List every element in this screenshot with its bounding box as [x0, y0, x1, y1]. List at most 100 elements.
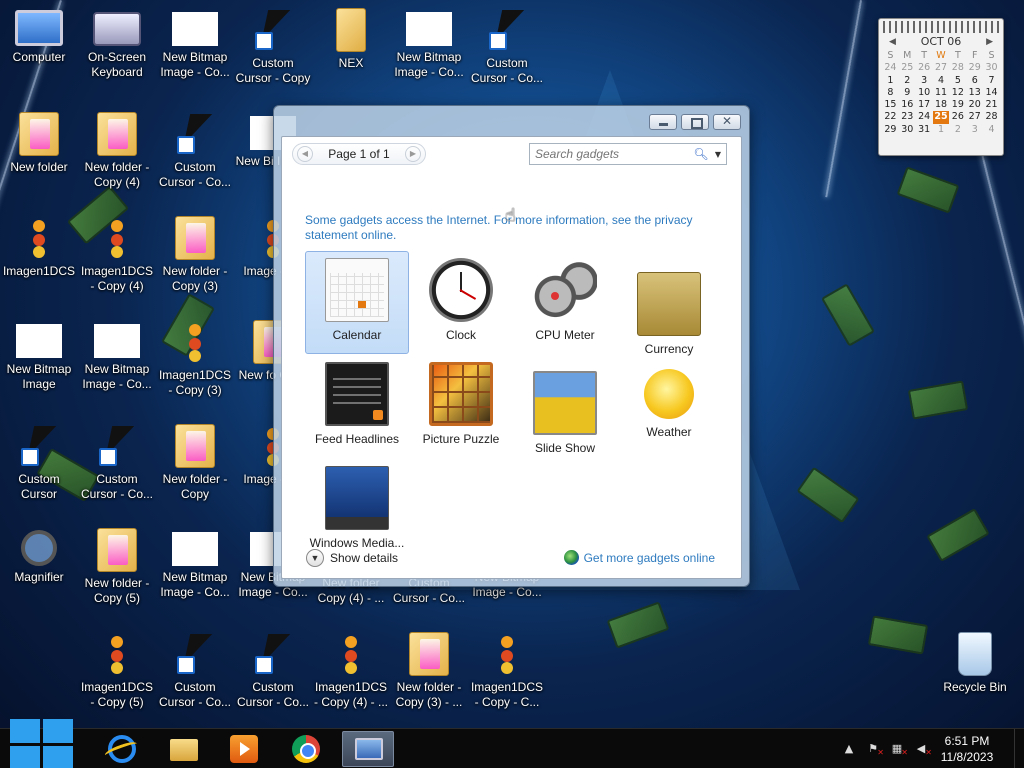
desktop-icon-cursor[interactable]: Custom Cursor - Co... — [156, 624, 234, 720]
desktop-icon-magnifier[interactable]: Magnifier — [0, 520, 78, 616]
gadget-tile[interactable]: Picture Puzzle — [409, 355, 513, 458]
show-hidden-icons-icon[interactable]: ▲ — [842, 742, 856, 756]
calendar-day[interactable]: 28 — [983, 111, 1000, 123]
calendar-day[interactable]: 24 — [916, 111, 933, 123]
desktop-icon-cursor[interactable]: Custom Cursor - Co... — [468, 0, 546, 96]
calendar-day[interactable]: 16 — [899, 99, 916, 111]
calendar-next-icon[interactable]: ▶ — [986, 37, 993, 47]
search-icon[interactable]: 🔍︎ — [692, 147, 710, 161]
calendar-day[interactable]: 21 — [983, 99, 1000, 111]
start-button[interactable] — [8, 719, 76, 768]
desktop-icon-imagen[interactable]: Imagen1DCS - Copy (5) — [78, 624, 156, 720]
taskbar-desktop-gadgets[interactable] — [342, 731, 394, 767]
gadget-tile[interactable]: Calendar — [305, 251, 409, 354]
calendar-day[interactable]: 4 — [933, 75, 950, 87]
calendar-day[interactable]: 28 — [949, 62, 966, 74]
desktop-icon-cursor[interactable]: Custom Cursor - Co... — [78, 416, 156, 512]
search-dropdown-icon[interactable]: ▼ — [710, 150, 726, 159]
desktop-icon-imagen[interactable]: Imagen1DCS - Copy - C... — [468, 624, 546, 720]
desktop-icon-keyboard[interactable]: On-Screen Keyboard — [78, 0, 156, 96]
restore-button[interactable] — [681, 114, 709, 130]
gadget-tile[interactable]: CPU Meter — [513, 251, 617, 354]
gadget-tile[interactable]: Weather — [617, 355, 721, 458]
calendar-day[interactable]: 3 — [966, 124, 983, 136]
gadget-tile[interactable]: Currency — [617, 251, 721, 356]
calendar-prev-icon[interactable]: ◀ — [889, 37, 896, 47]
volume-icon[interactable]: ◀ — [914, 742, 932, 760]
gadget-tile[interactable]: Slide Show — [513, 355, 617, 458]
desktop-icon-folder[interactable]: New folder - Copy (5) — [78, 520, 156, 616]
calendar-day[interactable]: 29 — [966, 62, 983, 74]
calendar-day[interactable]: 4 — [983, 124, 1000, 136]
desktop-icon-folder[interactable]: New folder — [0, 104, 78, 200]
calendar-day[interactable]: 20 — [966, 99, 983, 111]
desktop-icon-folder[interactable]: New folder - Copy — [156, 416, 234, 512]
calendar-today[interactable]: 25 — [932, 111, 950, 124]
calendar-day[interactable]: 23 — [899, 111, 916, 123]
calendar-day[interactable]: 2 — [899, 75, 916, 87]
calendar-day[interactable]: 13 — [966, 87, 983, 99]
gadget-tile[interactable]: Clock — [409, 251, 513, 354]
desktop-icon-folder[interactable]: New folder - Copy (3) - ... — [390, 624, 468, 720]
calendar-day[interactable]: 2 — [949, 124, 966, 136]
taskbar-chrome[interactable] — [280, 731, 332, 767]
desktop-icon-bitmap[interactable]: New Bitmap Image - Co... — [156, 520, 234, 616]
desktop-icon-imagen[interactable]: Imagen1DCS - Copy (4) - ... — [312, 624, 390, 720]
taskbar-windows-explorer[interactable] — [158, 731, 210, 767]
desktop-icon-bitmap[interactable]: New Bitmap Image — [0, 312, 78, 408]
calendar-day[interactable]: 3 — [916, 75, 933, 87]
calendar-day[interactable]: 8 — [882, 87, 899, 99]
calendar-day[interactable]: 29 — [882, 124, 899, 136]
calendar-day[interactable]: 25 — [899, 62, 916, 74]
show-details-button[interactable]: ▼ Show details — [306, 549, 398, 567]
calendar-day[interactable]: 5 — [949, 75, 966, 87]
calendar-day[interactable]: 26 — [949, 111, 966, 123]
minimize-button[interactable] — [649, 114, 677, 130]
calendar-day[interactable]: 11 — [933, 87, 950, 99]
search-input[interactable] — [530, 145, 692, 163]
calendar-day[interactable]: 19 — [949, 99, 966, 111]
get-more-gadgets-link[interactable]: Get more gadgets online — [563, 550, 715, 565]
calendar-day[interactable]: 12 — [949, 87, 966, 99]
desktop-icon-folder[interactable]: New folder - Copy (4) — [78, 104, 156, 200]
next-page-icon[interactable]: ▶ — [404, 146, 421, 162]
calendar-day[interactable]: 24 — [882, 62, 899, 74]
desktop-icon-nex[interactable]: NEX — [312, 0, 390, 96]
calendar-day[interactable]: 27 — [966, 111, 983, 123]
desktop-icon-bitmap[interactable]: New Bitmap Image - Co... — [156, 0, 234, 96]
taskbar-media-player[interactable] — [218, 731, 270, 767]
close-button[interactable] — [713, 114, 741, 130]
desktop-icon-cursor[interactable]: Custom Cursor - Co... — [234, 624, 312, 720]
calendar-day[interactable]: 10 — [916, 87, 933, 99]
taskbar-clock[interactable]: 6:51 PM 11/8/2023 — [934, 733, 1000, 765]
calendar-day[interactable]: 22 — [882, 111, 899, 123]
calendar-day[interactable]: 7 — [983, 75, 1000, 87]
desktop-icon-imagen[interactable]: Imagen1DCS — [0, 208, 78, 304]
desktop-icon-computer[interactable]: Computer — [0, 0, 78, 96]
calendar-day[interactable]: 14 — [983, 87, 1000, 99]
desktop-icon-bitmap[interactable]: New Bitmap Image - Co... — [390, 0, 468, 96]
desktop-icon-cursor[interactable]: Custom Cursor — [0, 416, 78, 512]
calendar-day[interactable]: 1 — [882, 75, 899, 87]
show-desktop-button[interactable] — [1014, 729, 1024, 768]
desktop-icon-folder[interactable]: New folder - Copy (3) — [156, 208, 234, 304]
network-icon[interactable]: ▦ — [890, 742, 908, 760]
taskbar-internet-explorer[interactable] — [96, 731, 148, 767]
calendar-day[interactable]: 27 — [933, 62, 950, 74]
calendar-day[interactable]: 30 — [899, 124, 916, 136]
calendar-day[interactable]: 6 — [966, 75, 983, 87]
calendar-day[interactable]: 17 — [916, 99, 933, 111]
calendar-day[interactable]: 15 — [882, 99, 899, 111]
desktop-icon-recycle[interactable]: Recycle Bin — [936, 624, 1014, 720]
calendar-day[interactable]: 9 — [899, 87, 916, 99]
desktop-icon-bitmap[interactable]: New Bitmap Image - Co... — [78, 312, 156, 408]
desktop-icon-cursor[interactable]: Custom Cursor - Copy — [234, 0, 312, 96]
desktop-icon-imagen[interactable]: Imagen1DCS - Copy (3) — [156, 312, 234, 408]
calendar-day[interactable]: 30 — [983, 62, 1000, 74]
calendar-day[interactable]: 26 — [916, 62, 933, 74]
action-center-icon[interactable]: ⚑ — [866, 742, 884, 760]
prev-page-icon[interactable]: ◀ — [297, 146, 313, 162]
gadget-tile[interactable]: Feed Headlines — [305, 355, 409, 458]
desktop-icon-cursor[interactable]: Custom Cursor - Co... — [156, 104, 234, 200]
desktop-icon-imagen[interactable]: Imagen1DCS - Copy (4) — [78, 208, 156, 304]
